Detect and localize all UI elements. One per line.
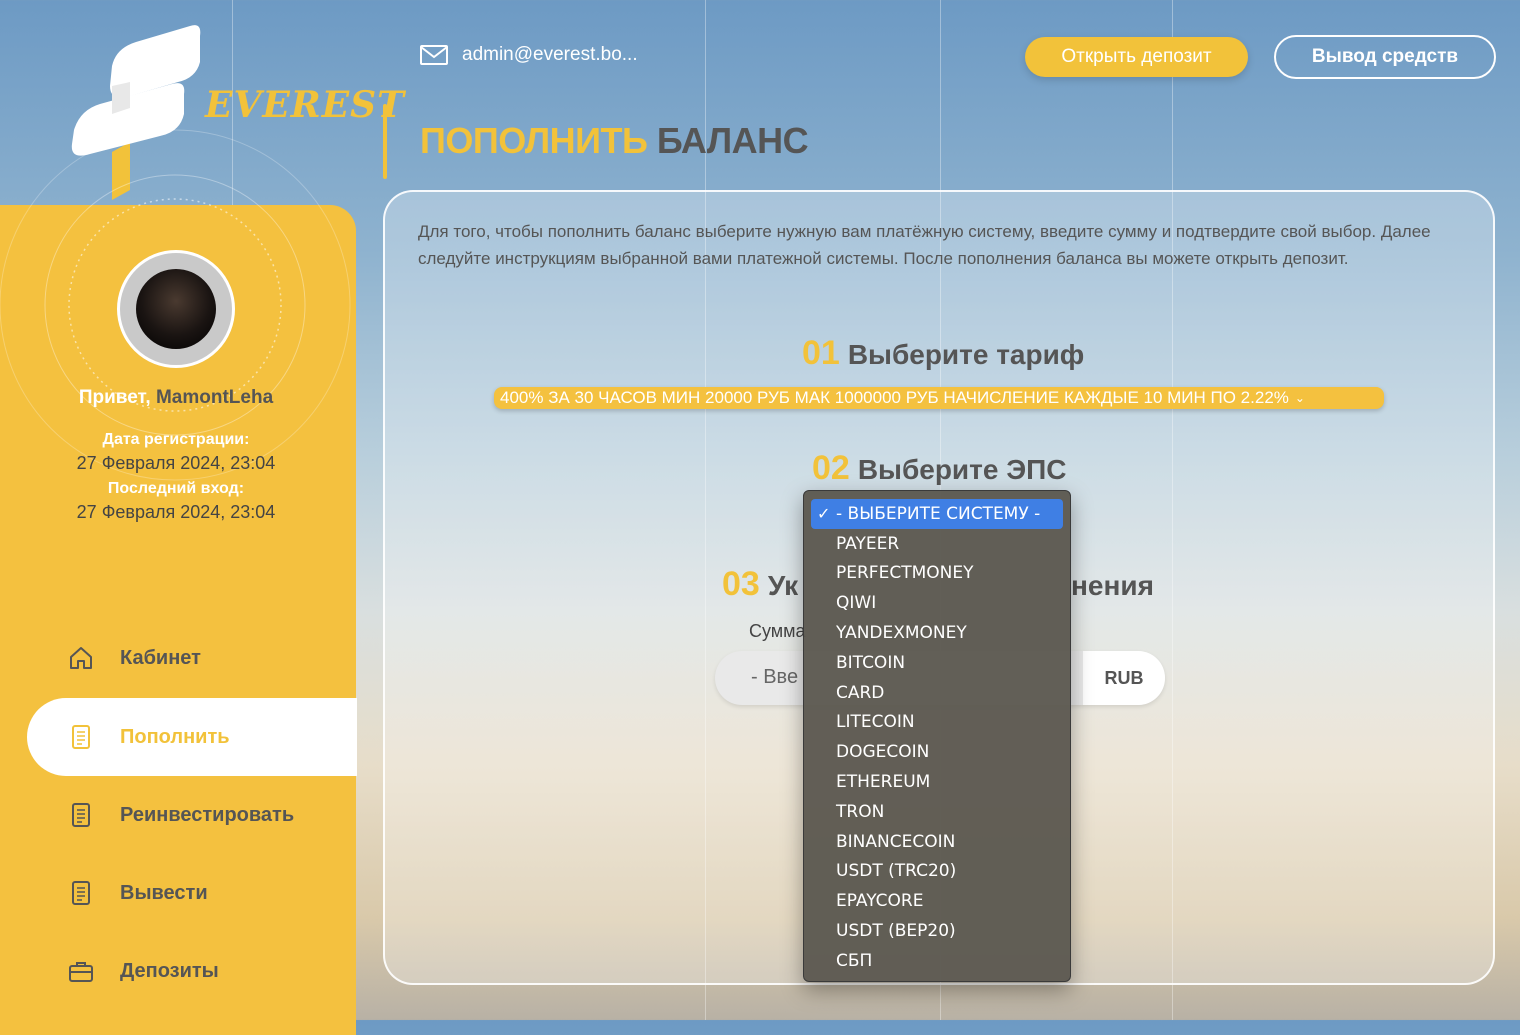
dropdown-option[interactable]: CARD bbox=[804, 678, 1070, 708]
dropdown-option[interactable]: DOGECOIN bbox=[804, 737, 1070, 767]
currency-label: RUB bbox=[1083, 651, 1165, 705]
dropdown-option[interactable]: YANDEXMONEY bbox=[804, 618, 1070, 648]
last-login-value: 27 Февраля 2024, 23:04 bbox=[76, 502, 276, 522]
dropdown-option[interactable]: BINANCECOIN bbox=[804, 827, 1070, 857]
sidebar-item-withdraw[interactable]: Вывести bbox=[68, 880, 208, 906]
reg-date-value: 27 Февраля 2024, 23:04 bbox=[76, 453, 276, 473]
tariff-select[interactable]: 400% ЗА 30 ЧАСОВ МИН 20000 РУБ МАК 10000… bbox=[494, 387, 1384, 409]
sidebar-item-label: Кабинет bbox=[120, 646, 201, 669]
sidebar-item-label: Пополнить bbox=[120, 725, 230, 748]
document-icon bbox=[72, 881, 90, 905]
document-icon bbox=[72, 725, 90, 749]
sidebar-item-deposits[interactable]: Депозиты bbox=[68, 958, 219, 984]
step-1-label: Выберите тариф bbox=[847, 339, 1085, 370]
avatar[interactable] bbox=[117, 250, 235, 368]
dropdown-option[interactable]: LITECOIN bbox=[804, 708, 1070, 738]
amount-placeholder: - Вве bbox=[751, 666, 799, 688]
payment-system-dropdown[interactable]: ✓ - ВЫБЕРИТЕ СИСТЕМУ - PAYEER PERFECTMONE… bbox=[803, 490, 1071, 982]
tariff-select-value: 400% ЗА 30 ЧАСОВ МИН 20000 РУБ МАК 10000… bbox=[500, 388, 1289, 407]
dropdown-option-selected[interactable]: ✓ - ВЫБЕРИТЕ СИСТЕМУ - bbox=[811, 499, 1063, 529]
withdraw-button[interactable]: Вывод средств bbox=[1274, 35, 1496, 79]
sidebar-item-label: Вывести bbox=[120, 881, 208, 904]
instructions-text: Для того, чтобы пополнить баланс выберит… bbox=[418, 222, 1431, 268]
sidebar-item-reinvest[interactable]: Реинвестировать bbox=[68, 802, 294, 828]
home-icon bbox=[70, 647, 92, 669]
step-2-number: 02 bbox=[812, 449, 850, 487]
mail-icon bbox=[420, 45, 448, 65]
sidebar-item-label: Реинвестировать bbox=[120, 803, 295, 826]
step-3-heading: 03 Ук bbox=[722, 565, 798, 604]
avatar-image bbox=[136, 269, 216, 349]
sidebar: Привет, MamontLeha Дата регистрации: 27 … bbox=[0, 129, 357, 1035]
chevron-down-icon: ⌄ bbox=[1294, 391, 1305, 405]
step-3-number: 03 bbox=[722, 565, 760, 603]
header-email-text: admin@everest.bo... bbox=[462, 44, 638, 65]
sidebar-item-label: Депозиты bbox=[120, 959, 219, 982]
dropdown-option[interactable]: PERFECTMONEY bbox=[804, 559, 1070, 589]
sum-label: Сумма bbox=[749, 621, 806, 641]
sidebar-item-deposit-funds[interactable]: Пополнить bbox=[68, 724, 230, 750]
step-3-label-end: нения bbox=[1071, 570, 1154, 601]
dropdown-option[interactable]: PAYEER bbox=[804, 529, 1070, 559]
open-deposit-button[interactable]: Открыть депозит bbox=[1025, 37, 1248, 77]
page-title-rest: БАЛАНС bbox=[656, 120, 809, 161]
dropdown-option[interactable]: TRON bbox=[804, 797, 1070, 827]
greeting: Привет, MamontLeha bbox=[0, 387, 352, 409]
briefcase-icon bbox=[69, 962, 93, 982]
page-title-highlight: ПОПОЛНИТЬ bbox=[420, 120, 648, 161]
dropdown-option-label: - ВЫБЕРИТЕ СИСТЕМУ - bbox=[836, 503, 1041, 524]
title-divider bbox=[383, 104, 387, 179]
dropdown-option[interactable]: QIWI bbox=[804, 588, 1070, 618]
step-3-label-start: Ук bbox=[767, 570, 799, 601]
dropdown-option[interactable]: USDT (BEP20) bbox=[804, 916, 1070, 946]
step-2-heading: 02 Выберите ЭПС bbox=[812, 449, 1066, 488]
dropdown-option[interactable]: EPAYCORE bbox=[804, 886, 1070, 916]
step-1-number: 01 bbox=[802, 334, 840, 372]
greeting-text: Привет, bbox=[78, 387, 151, 408]
sidebar-item-cabinet[interactable]: Кабинет bbox=[68, 645, 201, 671]
brand-name: EVEREST bbox=[205, 84, 405, 126]
reg-date-label: Дата регистрации: bbox=[102, 431, 250, 448]
checkmark-icon: ✓ bbox=[817, 504, 831, 524]
step-2-label: Выберите ЭПС bbox=[857, 454, 1067, 485]
step-1-heading: 01 Выберите тариф bbox=[802, 334, 1084, 373]
dropdown-option[interactable]: СБП bbox=[804, 946, 1070, 976]
username: MamontLeha bbox=[155, 387, 274, 408]
header-email[interactable]: admin@everest.bo... bbox=[420, 44, 638, 66]
dropdown-option[interactable]: ETHEREUM bbox=[804, 767, 1070, 797]
dropdown-option[interactable]: USDT (TRC20) bbox=[804, 857, 1070, 887]
dropdown-option[interactable]: BITCOIN bbox=[804, 648, 1070, 678]
document-icon bbox=[72, 803, 90, 827]
last-login-label: Последний вход: bbox=[107, 480, 245, 497]
page-title: ПОПОЛНИТЬ БАЛАНС bbox=[420, 120, 809, 162]
